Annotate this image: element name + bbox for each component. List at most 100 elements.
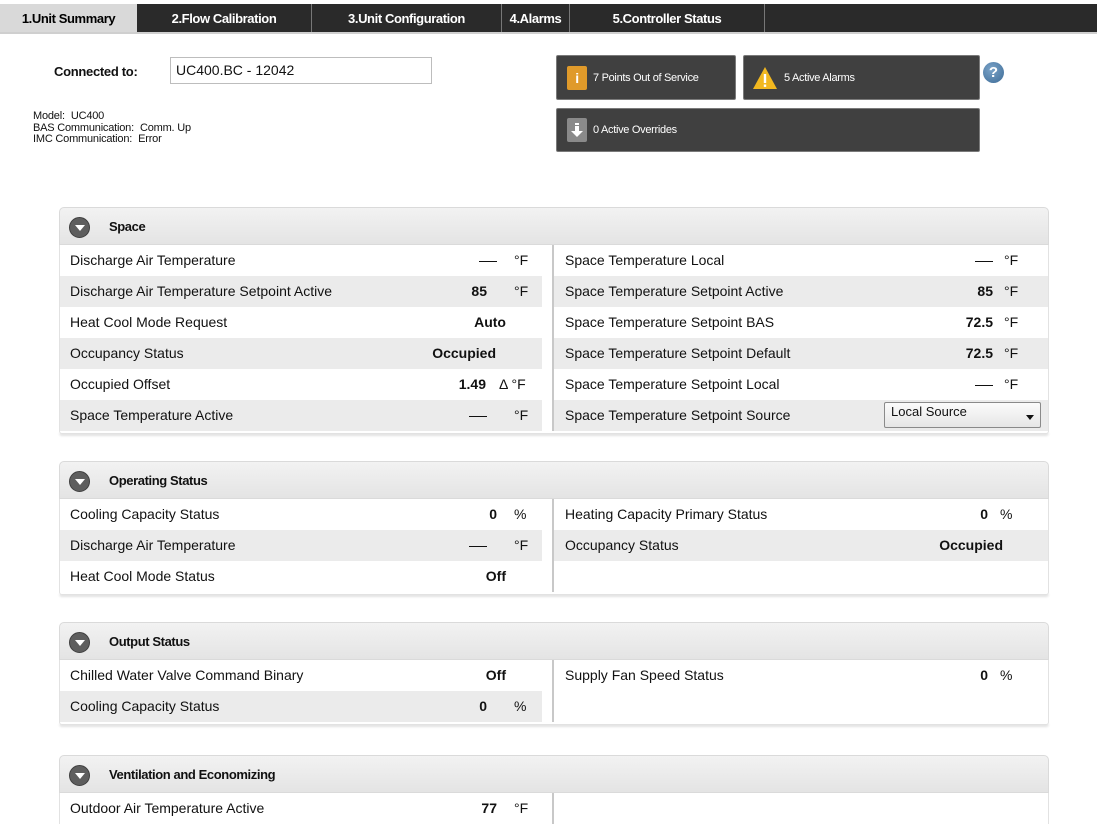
point-value: Auto bbox=[474, 314, 506, 330]
space-section-header[interactable]: Space bbox=[59, 207, 1049, 245]
point-label: Space Temperature Active bbox=[70, 407, 234, 423]
point-value: 85 bbox=[471, 283, 487, 299]
active-alarms-button[interactable]: 5 Active Alarms bbox=[743, 55, 980, 100]
point-label: Space Temperature Setpoint Local bbox=[565, 376, 780, 392]
point-value: 85 bbox=[977, 283, 993, 299]
table-row: Discharge Air Temperature Setpoint Activ… bbox=[60, 276, 542, 307]
point-unit: °F bbox=[514, 800, 529, 816]
no-value-dash bbox=[479, 260, 497, 262]
point-value bbox=[975, 369, 993, 400]
point-label: Occupancy Status bbox=[565, 537, 679, 553]
help-icon[interactable]: ? bbox=[983, 62, 1004, 83]
tab-flow-calibration[interactable]: 2.Flow Calibration bbox=[137, 4, 312, 32]
chevron-down-icon[interactable] bbox=[69, 471, 90, 492]
table-row: Space Temperature Setpoint Source Local … bbox=[554, 400, 1048, 431]
override-down-icon bbox=[567, 118, 587, 142]
point-unit: Δ °F bbox=[499, 376, 526, 392]
model-info: Model: UC400 bbox=[33, 111, 104, 122]
table-row: Occupied Offset 1.49 Δ °F bbox=[60, 369, 552, 400]
point-unit: °F bbox=[1004, 376, 1019, 392]
model-value: UC400 bbox=[70, 110, 105, 122]
table-row: Space Temperature Local °F bbox=[554, 245, 1048, 276]
point-value: Off bbox=[485, 667, 506, 683]
point-unit: % bbox=[1000, 506, 1013, 522]
point-unit: °F bbox=[514, 283, 529, 299]
space-section-body: Discharge Air Temperature °F Discharge A… bbox=[59, 245, 1049, 431]
no-value-dash bbox=[469, 415, 487, 417]
point-label: Space Temperature Setpoint BAS bbox=[565, 314, 775, 330]
point-unit: °F bbox=[514, 407, 529, 423]
point-label: Occupancy Status bbox=[70, 345, 184, 361]
tab-unit-configuration[interactable]: 3.Unit Configuration bbox=[312, 4, 502, 32]
unit-summary-screen: 1.Unit Summary 2.Flow Calibration 3.Unit… bbox=[0, 0, 1097, 829]
table-row: Heat Cool Mode Request Auto bbox=[60, 307, 552, 338]
point-label: Discharge Air Temperature bbox=[70, 537, 236, 553]
point-unit: °F bbox=[514, 252, 529, 268]
chevron-down-icon[interactable] bbox=[69, 765, 90, 786]
point-label: Heat Cool Mode Request bbox=[70, 314, 228, 330]
table-row: Outdoor Air Temperature Active 77 °F bbox=[60, 793, 552, 824]
point-label: Outdoor Air Temperature Active bbox=[70, 800, 265, 816]
tab-controller-status[interactable]: 5.Controller Status bbox=[570, 4, 765, 32]
output-status-header[interactable]: Output Status bbox=[59, 622, 1049, 660]
table-row: Cooling Capacity Status 0 % bbox=[60, 691, 542, 722]
imc-communication-value: Error bbox=[138, 133, 162, 145]
point-unit: % bbox=[1000, 667, 1013, 683]
table-row bbox=[554, 561, 1048, 592]
tab-bar: 1.Unit Summary 2.Flow Calibration 3.Unit… bbox=[0, 4, 1097, 32]
point-label: Cooling Capacity Status bbox=[70, 698, 220, 714]
ventilation-economizing-body: Outdoor Air Temperature Active 77 °F bbox=[59, 793, 1049, 824]
output-status-footer bbox=[59, 722, 1049, 725]
table-row: Space Temperature Setpoint Active 85 °F bbox=[554, 276, 1048, 307]
point-label: Space Temperature Local bbox=[565, 252, 725, 268]
chevron-down-icon[interactable] bbox=[69, 217, 90, 238]
point-value: Occupied bbox=[939, 537, 1003, 553]
active-overrides-button[interactable]: 0 Active Overrides bbox=[556, 108, 980, 152]
connected-to-field[interactable]: UC400.BC - 12042 bbox=[170, 57, 432, 84]
active-alarms-label: 5 Active Alarms bbox=[784, 71, 855, 84]
point-value: 0 bbox=[479, 698, 487, 714]
output-left-column: Chilled Water Valve Command Binary Off C… bbox=[60, 660, 554, 722]
point-label: Heating Capacity Primary Status bbox=[565, 506, 768, 522]
point-value: 72.5 bbox=[965, 345, 993, 361]
table-row: Heat Cool Mode Status Off bbox=[60, 561, 552, 592]
output-right-column: Supply Fan Speed Status 0 % bbox=[554, 660, 1048, 722]
point-label: Cooling Capacity Status bbox=[70, 506, 220, 522]
operating-status-header[interactable]: Operating Status bbox=[59, 461, 1049, 499]
point-value: 72.5 bbox=[965, 314, 993, 330]
operating-left-column: Cooling Capacity Status 0 % Discharge Ai… bbox=[60, 499, 554, 592]
space-left-column: Discharge Air Temperature °F Discharge A… bbox=[60, 245, 554, 431]
chevron-down-icon[interactable] bbox=[69, 632, 90, 653]
table-row: Space Temperature Setpoint Default 72.5 … bbox=[554, 338, 1048, 369]
point-unit: °F bbox=[1004, 345, 1019, 361]
operating-status-section: Operating Status Cooling Capacity Status… bbox=[59, 461, 1049, 595]
point-label: Discharge Air Temperature bbox=[70, 252, 236, 268]
output-status-title: Output Status bbox=[109, 634, 190, 649]
point-value: 0 bbox=[489, 506, 497, 522]
tab-bar-filler bbox=[765, 4, 1097, 32]
point-value bbox=[975, 245, 993, 276]
point-value: Off bbox=[485, 568, 506, 584]
point-value: 77 bbox=[481, 800, 497, 816]
table-row: Heating Capacity Primary Status 0 % bbox=[554, 499, 1048, 530]
points-out-of-service-button[interactable]: i 7 Points Out of Service bbox=[556, 55, 736, 100]
point-label: Occupied Offset bbox=[70, 376, 171, 392]
warning-icon bbox=[752, 66, 778, 90]
tab-underline bbox=[0, 32, 1097, 34]
setpoint-source-select[interactable]: Local Source bbox=[884, 402, 1041, 428]
space-section-footer bbox=[59, 431, 1049, 434]
point-value bbox=[469, 530, 487, 561]
ventilation-economizing-section: Ventilation and Economizing Outdoor Air … bbox=[59, 755, 1049, 824]
point-label: Space Temperature Setpoint Default bbox=[565, 345, 791, 361]
tab-alarms[interactable]: 4.Alarms bbox=[502, 4, 570, 32]
point-value bbox=[479, 245, 497, 276]
setpoint-source-value: Local Source bbox=[891, 404, 967, 419]
point-label: Heat Cool Mode Status bbox=[70, 568, 215, 584]
tab-unit-summary[interactable]: 1.Unit Summary bbox=[0, 4, 137, 32]
point-unit: °F bbox=[514, 537, 529, 553]
dropdown-arrow-icon[interactable] bbox=[1026, 415, 1034, 420]
space-section: Space Discharge Air Temperature °F Disch… bbox=[59, 207, 1049, 434]
ventilation-economizing-header[interactable]: Ventilation and Economizing bbox=[59, 755, 1049, 793]
table-row: Chilled Water Valve Command Binary Off bbox=[60, 660, 552, 691]
table-row: Space Temperature Setpoint BAS 72.5 °F bbox=[554, 307, 1048, 338]
